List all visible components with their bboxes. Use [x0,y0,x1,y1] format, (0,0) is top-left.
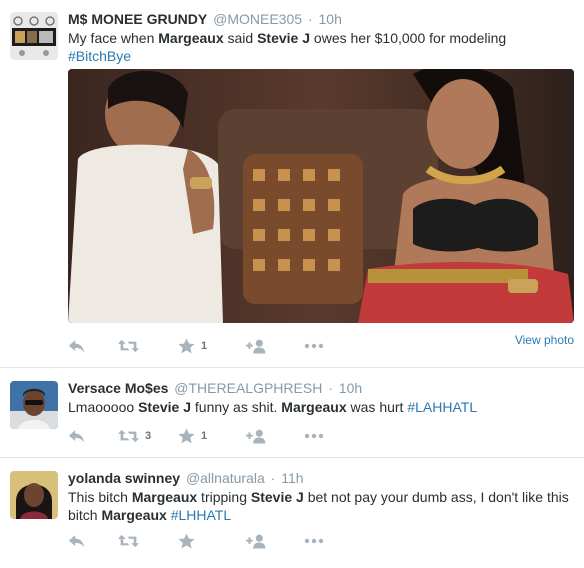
timestamp[interactable]: 10h [339,380,362,396]
star-icon [178,338,195,354]
retweet-count: 3 [145,430,152,442]
retweet-icon [118,339,139,353]
tweet-photo[interactable] [68,69,574,323]
star-icon [178,533,195,549]
highlight-term: Margeaux [281,399,347,415]
more-button[interactable] [304,426,324,446]
favorite-button[interactable]: 1 [178,336,207,356]
text-segment: This bitch [68,489,132,505]
more-icon [304,538,324,544]
highlight-term: Stevie J [138,399,191,415]
tweet-header: Versace Mo$es @THEREALGPHRESH · 10h [68,379,576,397]
reply-icon [68,339,86,354]
follow-icon [246,429,267,444]
follow-button[interactable] [246,531,267,551]
separator-dot: · [328,380,333,396]
tweet-header: M$ MONEE GRUNDY @MONEE305 · 10h [68,10,576,28]
text-segment: tripping [197,489,251,505]
favorite-button[interactable]: 1 [178,426,207,446]
follow-icon [246,339,267,354]
retweet-button[interactable]: 3 [118,426,151,446]
reply-icon [68,429,86,444]
tweet-header: yolanda swinney @allnaturala · 11h [68,469,576,487]
star-icon [178,428,195,444]
reply-icon [68,534,86,549]
follow-button[interactable] [246,426,267,446]
tweet[interactable]: M$ MONEE GRUNDY @MONEE305 · 10h My face … [0,0,584,368]
highlight-term: Margeaux [101,507,167,523]
hashtag-link[interactable]: #BitchBye [68,48,131,64]
hashtag-link[interactable]: #LAHHATL [407,399,477,415]
username[interactable]: @THEREALGPHRESH [174,380,322,396]
tweet-text: Lmaooooo Stevie J funny as shit. Margeau… [68,398,576,416]
retweet-icon [118,534,139,548]
text-segment: My face when [68,30,159,46]
text-segment: owes her $10,000 for modeling [310,30,507,46]
highlight-term: Stevie J [250,489,304,505]
highlight-term: Stevie J [257,30,311,46]
follow-button[interactable] [246,336,267,356]
more-icon [304,343,324,349]
separator-dot: · [307,11,313,27]
fullname[interactable]: Versace Mo$es [68,380,168,396]
reply-button[interactable] [68,531,86,551]
retweet-button[interactable] [118,336,145,356]
fullname[interactable]: yolanda swinney [68,470,180,486]
text-segment: funny as shit. [191,399,282,415]
tweet[interactable]: Versace Mo$es @THEREALGPHRESH · 10h Lmao… [0,368,584,458]
favorite-count: 1 [201,340,208,352]
reply-button[interactable] [68,336,86,356]
more-button[interactable] [304,531,324,551]
reply-button[interactable] [68,426,86,446]
text-segment: said [223,30,258,46]
avatar[interactable] [10,471,58,519]
highlight-term: Margeaux [131,489,198,505]
fullname[interactable]: M$ MONEE GRUNDY [68,11,207,27]
timestamp[interactable]: 11h [281,470,303,486]
timestamp[interactable]: 10h [319,11,342,27]
avatar[interactable] [10,381,58,429]
view-photo-link[interactable]: View photo [515,333,574,347]
highlight-term: Margeaux [158,30,224,46]
hashtag-link[interactable]: #LHHATL [171,507,231,523]
text-segment: was hurt [346,399,408,415]
username[interactable]: @MONEE305 [213,11,302,27]
separator-dot: · [270,470,276,486]
follow-icon [246,534,267,549]
favorite-count: 1 [201,430,208,442]
username[interactable]: @allnaturala [186,470,265,486]
tweet-text: My face when Margeaux said Stevie J owes… [68,29,576,65]
more-icon [304,433,324,439]
tweet[interactable]: yolanda swinney @allnaturala · 11h This … [0,458,584,568]
text-segment: Lmaooooo [68,399,139,415]
avatar[interactable] [10,12,58,60]
more-button[interactable] [304,336,324,356]
favorite-button[interactable] [178,531,201,551]
tweet-text: This bitch Margeaux tripping Stevie J be… [68,488,576,524]
retweet-icon [118,429,139,443]
retweet-button[interactable] [118,531,145,551]
